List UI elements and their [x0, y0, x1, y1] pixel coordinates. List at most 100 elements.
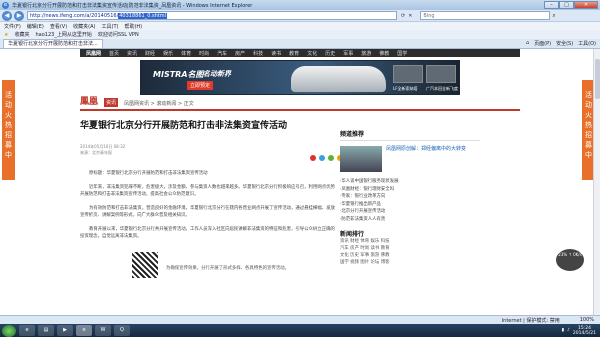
banner-cta[interactable]: 立即预定: [187, 81, 214, 90]
qr-code-image: [132, 252, 158, 278]
network-icon[interactable]: ▮: [562, 328, 564, 333]
system-tray: ▮ ♪ 15:24 2014/5/21: [562, 326, 600, 336]
favorites-button[interactable]: 收藏夹: [14, 31, 29, 38]
menu-help[interactable]: 帮助(H): [124, 23, 142, 30]
menu-view[interactable]: 查看(V): [50, 23, 67, 30]
banner-thumb-1[interactable]: [393, 65, 423, 83]
list-item[interactable]: ·专家：银行业改革方向: [340, 193, 480, 201]
refresh-icon[interactable]: ⟳: [401, 13, 405, 19]
favorites-bar: ★ 收藏夹 hao123_上网从这里开始 欢迎访问SSL VPN: [0, 30, 600, 39]
home-icon[interactable]: ⌂: [526, 40, 529, 47]
nav-item[interactable]: 国学: [397, 50, 407, 57]
article-paragraph: 原标题：华夏银行北京分行开展防范和打击非法集资宣传活动: [89, 171, 208, 176]
nav-item[interactable]: 旅游: [361, 50, 371, 57]
weibo-icon[interactable]: [310, 155, 316, 161]
list-item[interactable]: ·防范非法集资人人有责: [340, 216, 480, 224]
scrollbar-thumb[interactable]: [595, 59, 600, 99]
menu-file[interactable]: 文件(F): [4, 23, 21, 30]
tab-article[interactable]: 华夏银行北京分行开展防范和打击非法...: [3, 39, 103, 48]
qzone-icon[interactable]: [319, 155, 325, 161]
taskbar-media[interactable]: ▶: [57, 325, 73, 336]
page-menu[interactable]: 页面(P): [534, 40, 551, 47]
nav-item[interactable]: 教育: [289, 50, 299, 57]
list-item[interactable]: ·华夏银行推出新产品: [340, 201, 480, 209]
nav-item[interactable]: 科技: [253, 50, 263, 57]
stop-icon[interactable]: ✕: [408, 13, 412, 19]
sidebar-thumbnail[interactable]: [340, 146, 382, 172]
nav-item[interactable]: 历史: [325, 50, 335, 57]
window-titlebar[interactable]: e 华夏银行北京分行开展防范和打击非法集资宣传活动|防范非法集资_凤凰资讯 - …: [0, 0, 600, 10]
nav-item[interactable]: 体育: [181, 50, 191, 57]
banner-tagline: 名动新界: [203, 70, 231, 78]
clock-date: 2014/5/21: [572, 330, 596, 336]
breadcrumb[interactable]: 凤凰网资讯 > 滚动新闻 > 正文: [124, 100, 194, 107]
site-header: 鳳凰 资讯 凤凰网资讯 > 滚动新闻 > 正文: [80, 97, 520, 111]
clock[interactable]: 15:24 2014/5/21: [573, 326, 596, 336]
nav-item[interactable]: 娱乐: [163, 50, 173, 57]
start-button[interactable]: [2, 324, 16, 337]
wechat-icon[interactable]: [328, 155, 334, 161]
nav-item[interactable]: 资讯: [127, 50, 137, 57]
safety-menu[interactable]: 安全(S): [556, 40, 573, 47]
nav-item[interactable]: 汽车: [217, 50, 227, 57]
list-item[interactable]: ·华人谈中国银行服务现状发展: [340, 178, 480, 186]
nav-item[interactable]: 佛教: [379, 50, 389, 57]
article-paragraph: 为有效防范和打击非法集资，营造良好的金融环境，华夏银行北京分行在辖内各营业网点开…: [80, 205, 335, 219]
nav-item[interactable]: 军事: [343, 50, 353, 57]
nav-item[interactable]: 首页: [109, 50, 119, 57]
taskbar-explorer[interactable]: ▤: [38, 325, 54, 336]
window-title: 华夏银行北京分行开展防范和打击非法集资宣传活动|防范非法集资_凤凰资讯 - Wi…: [12, 2, 253, 9]
taskbar-ie[interactable]: e: [19, 325, 35, 336]
minimize-button[interactable]: –: [544, 0, 559, 9]
nav-item[interactable]: 房产: [235, 50, 245, 57]
search-icon[interactable]: ⌕: [552, 12, 555, 20]
nav-logo[interactable]: 凤凰网: [86, 50, 101, 57]
tools-menu[interactable]: 工具(O): [578, 40, 596, 47]
list-item[interactable]: ·凤凰财经：银行理财安全吗: [340, 186, 480, 194]
article-source[interactable]: 来源：北京青年报: [80, 150, 335, 156]
section-badge[interactable]: 资讯: [104, 98, 119, 107]
vertical-scrollbar[interactable]: [593, 49, 600, 315]
taskbar-browser-active[interactable]: e: [76, 325, 92, 336]
taskbar-qq[interactable]: Q: [114, 325, 130, 336]
car-ad-banner[interactable]: MISTRA名图 名动新界 立即预定 LF全新索纳塔 广汽本田全新飞度: [140, 60, 460, 95]
list-item[interactable]: 国学 视频 图片 论坛 博客: [340, 259, 480, 266]
nav-item[interactable]: 读书: [271, 50, 281, 57]
banner-thumb-2[interactable]: [426, 65, 456, 83]
article-body: 原标题：华夏银行北京分行开展防范和打击非法集资宣传活动 近年来，非法集资犯罪不断…: [80, 170, 335, 241]
article-closing: 为确保宣传效果，分行开展了形式多样、各具特色的宣传活动。: [166, 266, 289, 271]
zoom-level[interactable]: 100%: [580, 317, 600, 323]
sidebar: 频道推荐 凤凰网原创解：郑经偏离中的大转变 ·华人谈中国银行服务现状发展 ·凤凰…: [340, 129, 480, 266]
list-item[interactable]: 汽车 房产 时尚 读书 教育: [340, 245, 480, 252]
back-button[interactable]: ◀: [2, 10, 12, 21]
menu-favorites[interactable]: 收藏夹(A): [73, 23, 95, 30]
taskbar-word[interactable]: W: [95, 325, 111, 336]
volume-icon[interactable]: ♪: [567, 328, 570, 333]
side-ad-left[interactable]: 活动火热招募中: [2, 80, 15, 180]
list-item[interactable]: 资讯 财经 体育 娱乐 科技: [340, 238, 480, 245]
star-icon: ★: [4, 31, 9, 38]
article-paragraph: 近年来，非法集资犯罪不断，危害极大，涉及金额、参与集资人数也越来越多。华夏银行北…: [80, 184, 335, 198]
favorite-link-vpn[interactable]: 欢迎访问SSL VPN: [98, 31, 139, 38]
nav-item[interactable]: 文化: [307, 50, 317, 57]
list-item[interactable]: ·北京分行开展宣传活动: [340, 208, 480, 216]
status-bar: Internet | 保护模式: 禁用 100%: [0, 315, 600, 324]
phoenix-logo[interactable]: 鳳凰: [80, 94, 98, 107]
network-speed-widget[interactable]: 23% ↑ 0K/s: [556, 249, 584, 271]
close-button[interactable]: ✕: [574, 0, 598, 9]
nav-item[interactable]: 财经: [145, 50, 155, 57]
list-item[interactable]: 文化 历史 军事 旅游 佛教: [340, 252, 480, 259]
ie-icon: e: [2, 1, 9, 9]
sidebar-pic-title[interactable]: 凤凰网原创解：郑经偏离中的大转变: [386, 146, 480, 153]
nav-item[interactable]: 时尚: [199, 50, 209, 57]
address-bar[interactable]: http://news.ifeng.com/a/20140516/4031886…: [27, 11, 397, 20]
security-zone[interactable]: Internet | 保护模式: 禁用: [502, 317, 580, 324]
favorite-link-hao123[interactable]: hao123_上网从这里开始: [36, 31, 92, 38]
search-input[interactable]: Bing: [420, 11, 551, 20]
forward-button[interactable]: ▶: [14, 10, 24, 21]
menu-tools[interactable]: 工具(T): [102, 23, 119, 30]
menu-edit[interactable]: 编辑(E): [27, 23, 44, 30]
menu-bar: 文件(F) 编辑(E) 查看(V) 收藏夹(A) 工具(T) 帮助(H): [0, 22, 600, 30]
search-engine-label: Bing: [423, 12, 435, 19]
maximize-button[interactable]: □: [559, 0, 574, 9]
